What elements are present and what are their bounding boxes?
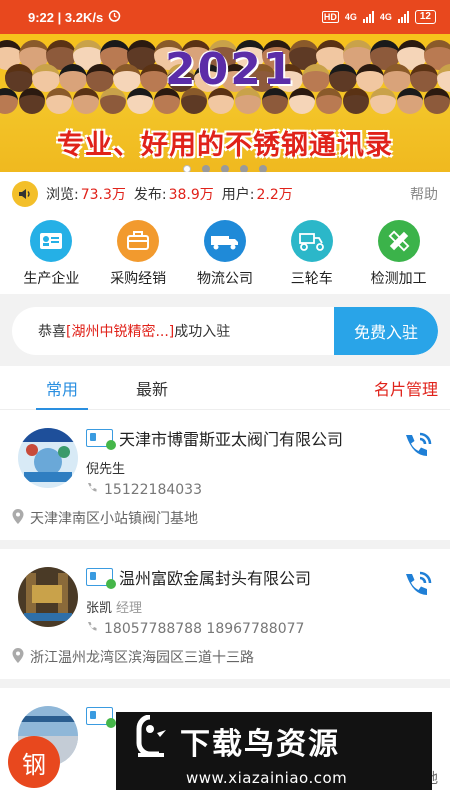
contact-person: 张凯 经理 xyxy=(86,597,436,616)
crowd-face xyxy=(316,88,342,114)
verified-card-icon xyxy=(86,568,116,589)
address-text: 浙江温州龙湾区滨海园区三道十三路 xyxy=(30,650,254,666)
card-manage-link[interactable]: 名片管理 xyxy=(374,376,438,400)
call-icon[interactable] xyxy=(400,569,434,607)
crowd-face xyxy=(397,88,423,114)
speaker-icon xyxy=(12,181,38,207)
net-label-2: 4G xyxy=(379,12,392,22)
verified-card-icon xyxy=(86,429,116,450)
crowd-face xyxy=(424,88,450,114)
contact-person: 倪先生 xyxy=(86,458,436,477)
category-label: 生产企业 xyxy=(23,271,80,287)
person-name: 张凯 xyxy=(86,601,113,616)
users-label: 用户: xyxy=(221,187,255,203)
watermark-title: 下载鸟资源 xyxy=(180,727,340,762)
truck-icon xyxy=(203,220,246,262)
notice-suffix: 成功入驻 xyxy=(174,324,231,340)
publish-label: 发布: xyxy=(133,187,167,203)
notice-section: 恭喜[湖州中锐精密...]成功入驻 免费入驻 xyxy=(0,294,450,366)
free-join-button[interactable]: 免费入驻 xyxy=(334,307,438,355)
phone-icon xyxy=(86,621,98,637)
company-name: 温州富欧金属封头有限公司 xyxy=(119,569,312,588)
category-label: 采购经销 xyxy=(110,271,167,287)
signal-icon xyxy=(362,11,374,23)
carousel-dot[interactable] xyxy=(221,165,229,172)
notice-text: 恭喜[湖州中锐精密...]成功入驻 xyxy=(12,321,334,341)
category-testing[interactable]: 检测加工 xyxy=(355,216,442,294)
category-label: 检测加工 xyxy=(370,271,427,287)
crowd-face xyxy=(127,88,153,114)
category-label: 三轮车 xyxy=(290,271,333,287)
hd-badge: HD xyxy=(321,11,339,23)
company-avatar xyxy=(18,567,78,627)
company-name: 天津市博雷斯亚太阀门有限公司 xyxy=(119,430,344,449)
status-time: 9:22 | 3.2K/s xyxy=(28,9,104,25)
banner-slogan: 专业、好用的不锈钢通讯录 xyxy=(57,130,393,161)
carousel-dot[interactable] xyxy=(202,165,210,172)
verified-card-icon xyxy=(86,707,116,728)
carousel-dot[interactable] xyxy=(183,165,191,172)
address-row: 天津津南区小站镇阀门基地 xyxy=(0,498,450,540)
join-notice: 恭喜[湖州中锐精密...]成功入驻 免费入驻 xyxy=(12,307,438,355)
address-text: 天津津南区小站镇阀门基地 xyxy=(30,511,198,527)
list-item[interactable]: 天津市博雷斯亚太阀门有限公司 倪先生 15122184033 天津津南区小站镇阀… xyxy=(0,410,450,540)
browse-label: 浏览: xyxy=(46,187,79,203)
category-logistics[interactable]: 物流公司 xyxy=(182,216,269,294)
status-bar: 9:22 | 3.2K/s HD 4G 4G 12 xyxy=(0,0,450,34)
category-tricycle[interactable]: 三轮车 xyxy=(268,216,355,294)
person-name: 倪先生 xyxy=(86,462,126,477)
publish-value: 38.9万 xyxy=(168,187,214,203)
call-icon[interactable] xyxy=(400,430,434,468)
tricycle-icon xyxy=(290,220,333,262)
net-label-1: 4G xyxy=(344,12,357,22)
list-item[interactable]: 温州富欧金属封头有限公司 张凯 经理 18057788788 1896778807… xyxy=(0,549,450,679)
tab-latest[interactable]: 最新 xyxy=(136,366,168,410)
browse-value: 73.3万 xyxy=(80,187,126,203)
crowd-face xyxy=(46,88,72,114)
phone-row: 18057788788 18967788077 xyxy=(86,621,436,637)
crowd-face xyxy=(0,88,18,114)
category-manufacturer[interactable]: 生产企业 xyxy=(8,216,95,294)
category-purchase[interactable]: 采购经销 xyxy=(95,216,182,294)
signal-icon-2 xyxy=(397,11,409,23)
users-value: 2.2万 xyxy=(256,187,293,203)
banner-year: 2021 xyxy=(165,44,296,95)
person-title: 经理 xyxy=(116,601,143,616)
watermark-logo: 下载鸟资源 www.xiazainiao.com xyxy=(116,712,432,790)
bird-logo-icon xyxy=(130,714,170,767)
crowd-face xyxy=(73,88,99,114)
phone-icon xyxy=(86,482,98,498)
ruler-pencil-icon xyxy=(377,220,420,262)
company-avatar xyxy=(18,428,78,488)
notice-prefix: 恭喜 xyxy=(38,324,66,340)
phone-number[interactable]: 15122184033 xyxy=(104,482,202,498)
carousel-dot[interactable] xyxy=(240,165,248,172)
factory-contact-icon xyxy=(30,220,73,262)
help-link[interactable]: 帮助 xyxy=(410,184,438,204)
location-pin-icon xyxy=(12,508,24,528)
location-pin-icon xyxy=(12,647,24,667)
watermark-url: www.xiazainiao.com xyxy=(186,769,348,787)
crowd-face xyxy=(19,88,45,114)
battery-icon: 12 xyxy=(414,10,436,24)
phone-row: 15122184033 xyxy=(86,482,436,498)
tab-common[interactable]: 常用 xyxy=(35,366,89,410)
crowd-face xyxy=(343,88,369,114)
steel-float-button[interactable]: 钢 xyxy=(8,736,60,788)
category-label: 物流公司 xyxy=(196,271,253,287)
alarm-icon xyxy=(108,9,121,25)
crowd-face xyxy=(370,88,396,114)
carousel-dots[interactable] xyxy=(0,165,450,172)
phone-number[interactable]: 18057788788 18967788077 xyxy=(104,621,304,637)
promo-banner[interactable]: 2021 专业、好用的不锈钢通讯录 xyxy=(0,34,450,172)
list-tabs: 常用 最新 名片管理 xyxy=(0,366,450,410)
crowd-face xyxy=(100,88,126,114)
category-row: 生产企业 采购经销 物流公司 三轮车 检测加工 xyxy=(0,216,450,294)
carousel-dot[interactable] xyxy=(259,165,267,172)
stats-bar: 浏览: 73.3万 发布: 38.9万 用户: 2.2万 帮助 xyxy=(0,172,450,216)
address-row: 浙江温州龙湾区滨海园区三道十三路 xyxy=(0,637,450,679)
briefcase-icon xyxy=(117,220,160,262)
notice-highlight[interactable]: [湖州中锐精密...] xyxy=(66,324,174,340)
